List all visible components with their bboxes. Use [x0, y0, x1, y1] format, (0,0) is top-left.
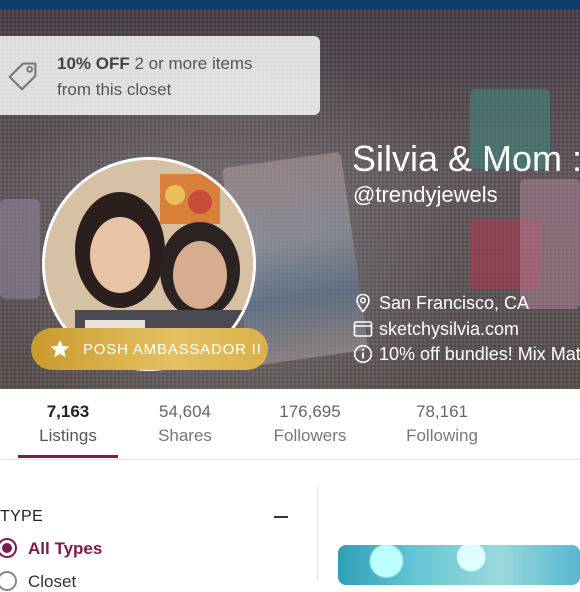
top-bar: [0, 0, 580, 9]
star-icon: [50, 339, 70, 358]
website-link[interactable]: sketchysilvia.com: [379, 319, 519, 340]
stat-listings[interactable]: 7,163 Listings: [18, 389, 118, 459]
bio-row: 10% off bundles! Mix Mat: [353, 342, 580, 366]
promo-line-1: 2 or more items: [129, 54, 253, 73]
posh-ambassador-badge[interactable]: POSH AMBASSADOR II: [31, 328, 268, 370]
stat-followers-label: Followers: [273, 426, 347, 445]
stat-following[interactable]: 78,161 Following: [392, 389, 492, 459]
option-all-types-label[interactable]: All Types: [28, 539, 102, 559]
stat-listings-value: 7,163: [46, 402, 90, 421]
info-icon: [353, 344, 373, 364]
collapse-icon[interactable]: [274, 516, 288, 518]
stat-followers[interactable]: 176,695 Followers: [258, 389, 362, 459]
promo-text: 10% OFF 2 or more items from this closet: [57, 51, 307, 103]
listing-thumbnail[interactable]: [338, 545, 580, 585]
badge-label: POSH AMBASSADOR II: [83, 340, 262, 358]
option-closet-label[interactable]: Closet: [28, 572, 76, 592]
filter-panel: [0, 460, 318, 580]
location-row: San Francisco, CA: [353, 291, 529, 315]
stat-shares[interactable]: 54,604 Shares: [135, 389, 235, 459]
bundle-discount-banner[interactable]: 10% OFF 2 or more items from this closet: [0, 36, 320, 115]
active-tab-indicator: [18, 455, 118, 458]
stat-following-value: 78,161: [416, 402, 468, 421]
stat-listings-label: Listings: [39, 426, 97, 445]
promo-highlight: 10% OFF: [57, 54, 130, 73]
type-filter-title: TYPE: [0, 508, 43, 525]
filter-divider: [317, 486, 318, 580]
location-text: San Francisco, CA: [379, 292, 530, 313]
bio-text: 10% off bundles! Mix Mat: [379, 343, 580, 364]
promo-line-2: from this closet: [57, 80, 172, 99]
closet-owner-name: Silvia & Mom :): [352, 138, 580, 179]
stat-followers-value: 176,695: [279, 402, 341, 421]
radio-closet[interactable]: [0, 571, 17, 591]
stat-following-label: Following: [406, 426, 478, 445]
website-row[interactable]: sketchysilvia.com: [353, 317, 519, 341]
stat-shares-label: Shares: [158, 426, 212, 445]
location-pin-icon: [356, 293, 370, 313]
website-icon: [353, 321, 373, 337]
tag-icon: [8, 62, 37, 91]
closet-stats-bar: 7,163 Listings 54,604 Shares 176,695 Fol…: [0, 389, 580, 460]
closet-handle: @trendyjewels: [353, 182, 498, 207]
stat-shares-value: 54,604: [159, 402, 211, 421]
